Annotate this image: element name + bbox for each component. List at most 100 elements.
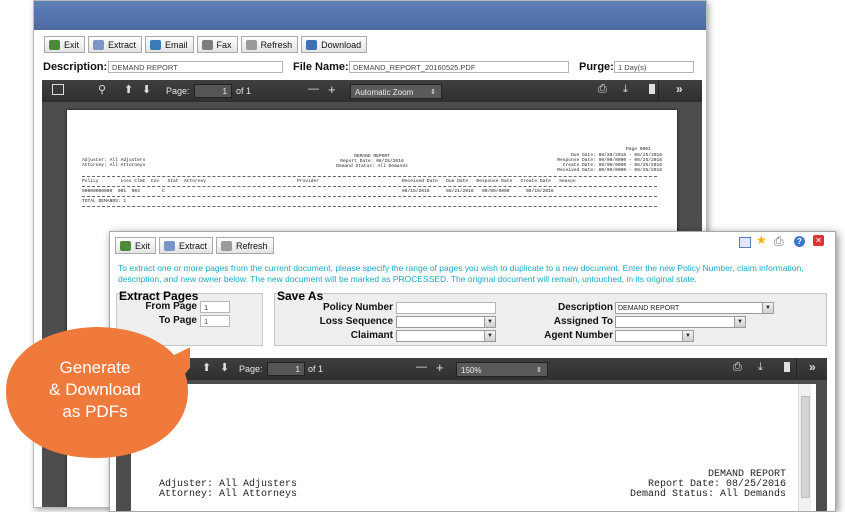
zoom-select-value: Automatic Zoom <box>355 88 414 97</box>
close-icon[interactable]: ✕ <box>813 235 824 246</box>
exit-icon <box>49 39 60 50</box>
zoom-select-value: 150% <box>461 366 482 375</box>
download-button-label: Download <box>321 39 362 50</box>
extract-toolbar: Exit Extract Refresh <box>115 237 274 254</box>
file-name-field[interactable]: DEMAND_REPORT_20160525.PDF <box>349 61 569 73</box>
claimant-select[interactable]: ▼ <box>396 330 496 342</box>
file-name-label: File Name: <box>293 61 349 73</box>
next-page-icon[interactable]: ⬇ <box>220 361 229 374</box>
select-arrows-icon: ⇕ <box>536 367 542 374</box>
window-icon[interactable] <box>739 237 751 248</box>
extract-button[interactable]: Extract <box>88 36 143 53</box>
exit-button[interactable]: Exit <box>44 36 86 53</box>
loss-sequence-select[interactable]: ▼ <box>396 316 496 328</box>
callout-line: Generate <box>59 358 131 377</box>
report-divider <box>82 196 657 197</box>
purge-label: Purge: <box>579 61 614 73</box>
exit-button-label: Exit <box>64 39 80 50</box>
favorite-star-icon[interactable]: ★ <box>756 233 767 247</box>
agent-number-select[interactable]: ▼ <box>615 330 694 342</box>
callout-text: Generate & Download as PDFs <box>22 357 168 423</box>
zoom-out-button[interactable]: — <box>416 361 427 373</box>
vertical-scrollbar[interactable] <box>798 384 811 511</box>
report-demand-status: Demand Status: All Demands <box>629 489 786 500</box>
report-divider <box>82 206 657 207</box>
extract-button[interactable]: Extract <box>159 237 214 254</box>
report-divider <box>82 176 657 177</box>
from-page-input[interactable]: 1 <box>200 301 230 313</box>
refresh-icon <box>245 39 257 50</box>
zoom-select[interactable]: 150% ⇕ <box>456 362 548 377</box>
exit-button[interactable]: Exit <box>115 237 157 254</box>
print-icon[interactable]: ⎙ <box>733 361 742 374</box>
bookmark-icon[interactable] <box>784 362 790 372</box>
download-icon[interactable]: ⤓ <box>623 83 628 96</box>
policy-number-input[interactable] <box>396 302 496 314</box>
email-icon <box>150 39 162 50</box>
exit-button-label: Exit <box>135 240 151 251</box>
page-number-input[interactable]: 1 <box>194 84 232 98</box>
zoom-select[interactable]: Automatic Zoom ⇕ <box>350 84 442 99</box>
to-page-input[interactable]: 1 <box>200 315 230 327</box>
zoom-out-button[interactable]: — <box>308 83 319 95</box>
download-icon[interactable]: ⤓ <box>758 361 763 374</box>
extract-pages-window: Exit Extract Refresh ★ ⎙ ? ✕ To extract on… <box>109 231 836 512</box>
extract-button-label: Extract <box>179 240 208 251</box>
dropdown-arrow-icon: ▼ <box>682 331 693 341</box>
refresh-button[interactable]: Refresh <box>240 36 299 53</box>
print-icon[interactable]: ⎙ <box>774 234 784 249</box>
report-column-dates: Received Date Due Date Response Date Cre… <box>402 179 576 184</box>
claimant-label: Claimant <box>350 330 393 341</box>
email-button-label: Email <box>165 39 188 50</box>
search-icon[interactable]: ⚲ <box>98 83 106 96</box>
toolbar-divider <box>658 81 659 101</box>
previous-page-icon[interactable]: ⬆ <box>124 83 133 96</box>
description-select[interactable]: DEMAND REPORT ▼ <box>615 302 774 314</box>
extract-icon <box>93 39 105 50</box>
report-divider <box>82 186 657 187</box>
pdf-viewer-toolbar: ⚲ ⬆ ⬇ Page: 1 of 1 — + Automatic Zoom ⇕ … <box>42 80 702 102</box>
zoom-in-button[interactable]: + <box>436 360 444 375</box>
agent-number-label: Agent Number <box>544 330 613 341</box>
select-arrows-icon: ⇕ <box>430 89 436 96</box>
next-page-icon[interactable]: ⬇ <box>142 83 151 96</box>
bookmark-icon[interactable] <box>649 84 655 94</box>
email-button[interactable]: Email <box>145 36 194 53</box>
download-button[interactable]: Download <box>301 36 368 53</box>
exit-icon <box>120 240 131 251</box>
page-label: Page: <box>166 86 190 96</box>
tools-menu-icon[interactable]: » <box>809 360 816 374</box>
fax-button-label: Fax <box>216 39 232 50</box>
scrollbar-thumb[interactable] <box>801 396 810 498</box>
zoom-in-button[interactable]: + <box>328 82 336 97</box>
page-count: of 1 <box>236 86 252 96</box>
report-attorney: Attorney: All Attorneys <box>82 163 146 168</box>
description-field[interactable]: DEMAND REPORT <box>108 61 283 73</box>
tools-menu-icon[interactable]: » <box>676 82 683 96</box>
loss-sequence-label: Loss Sequence <box>319 316 393 327</box>
extract-icon <box>164 240 176 251</box>
description-label: Description: <box>43 61 108 73</box>
description-label: Description <box>557 302 613 313</box>
sidebar-toggle-icon[interactable] <box>52 84 64 95</box>
report-demand-status: Demand Status: All Demands <box>336 164 408 169</box>
toolbar-divider <box>796 359 797 379</box>
assigned-to-label: Assigned To <box>553 316 613 327</box>
refresh-button-label: Refresh <box>236 240 268 251</box>
report-row: 00000000000 001 003 C <box>82 189 165 194</box>
save-as-panel: Save As Policy Number Loss Sequence ▼ Cl… <box>274 289 827 346</box>
window-titlebar <box>34 1 706 30</box>
report-column-provider: Provider <box>297 179 320 184</box>
purge-field[interactable]: 1 Day(s) <box>614 61 694 73</box>
download-icon <box>306 39 318 50</box>
report-received-date: Received Date: 00/00/0000 - 08/25/2016 <box>557 168 662 173</box>
page-number-input[interactable]: 1 <box>267 362 305 376</box>
help-icon[interactable]: ? <box>794 236 805 247</box>
assigned-to-select[interactable]: ▼ <box>615 316 746 328</box>
from-page-label: From Page <box>145 301 197 312</box>
refresh-button[interactable]: Refresh <box>216 237 274 254</box>
print-icon[interactable]: ⎙ <box>598 83 607 96</box>
fax-button[interactable]: Fax <box>196 36 238 53</box>
previous-page-icon[interactable]: ⬆ <box>202 361 211 374</box>
refresh-button-label: Refresh <box>260 39 293 50</box>
